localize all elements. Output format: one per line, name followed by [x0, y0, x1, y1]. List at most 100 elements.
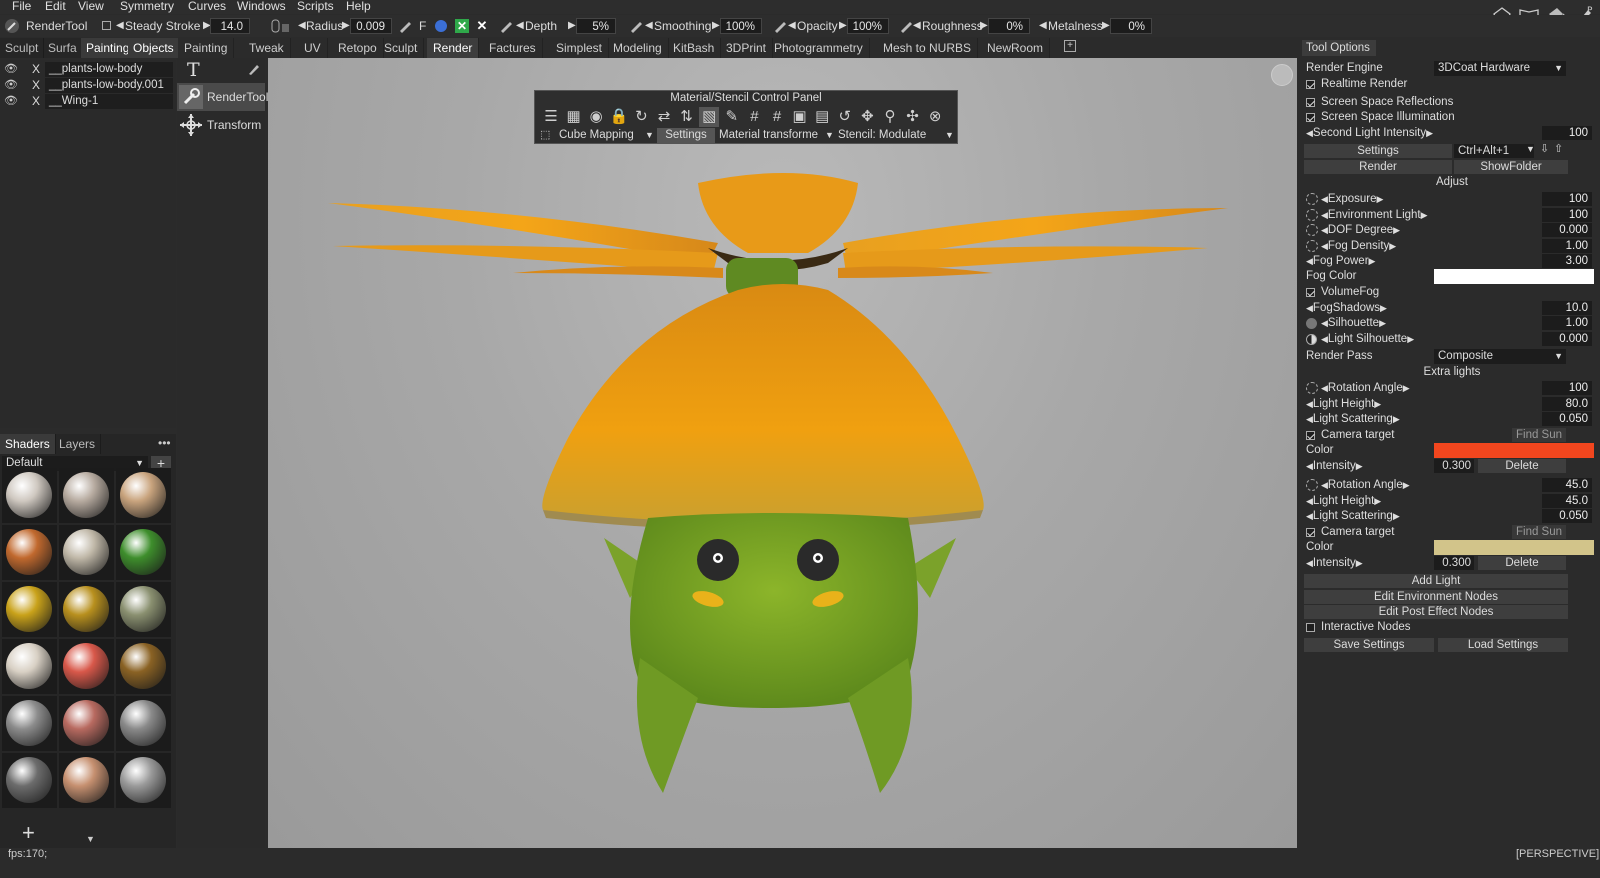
right-arrow-icon[interactable]: ▶ [1403, 480, 1410, 490]
close-circle-icon[interactable]: ⊗ [925, 107, 945, 127]
right-arrow-icon[interactable]: ▶ [1374, 399, 1381, 409]
grid-icon[interactable]: ▦ [564, 107, 584, 127]
light-color-swatch[interactable] [1434, 443, 1594, 458]
import-icon[interactable]: ⇩ [1540, 142, 1549, 155]
move-icon[interactable]: ✥ [857, 107, 877, 127]
tab-shaders[interactable]: Shaders [0, 434, 56, 454]
settings-button[interactable]: Settings [657, 128, 715, 143]
second-light-field[interactable]: 100 [1542, 126, 1592, 140]
tab-room-tweak[interactable]: Tweak [243, 38, 291, 58]
smoothing-field[interactable]: 100% [720, 18, 762, 34]
radius-left-arrow-icon[interactable]: ◀ [298, 15, 306, 37]
save-settings-button[interactable]: Save Settings [1304, 638, 1434, 652]
steady-stroke-field[interactable]: 14.0 [210, 18, 250, 34]
right-arrow-icon[interactable]: ▶ [1379, 318, 1386, 328]
right-arrow-icon[interactable]: ▶ [1389, 241, 1396, 251]
add-light-button[interactable]: Add Light [1304, 574, 1568, 588]
depth-field[interactable]: 5% [576, 18, 616, 34]
smoothing-brush-icon[interactable] [628, 18, 644, 34]
sliders-icon[interactable]: ☰ [541, 107, 561, 127]
object-name[interactable]: __plants-low-body [45, 62, 173, 77]
shader-swatch[interactable] [59, 468, 114, 523]
list-item[interactable]: 👁 X __plants-low-body.001 [0, 78, 176, 93]
tab-room-simplest[interactable]: Simplest [550, 38, 610, 58]
shader-swatch[interactable] [2, 468, 57, 523]
left-arrow-icon[interactable]: ◀ [1306, 558, 1313, 568]
right-arrow-icon[interactable]: ▶ [1421, 210, 1428, 220]
pencil-radius-icon[interactable] [397, 18, 413, 34]
load-settings-button[interactable]: Load Settings [1438, 638, 1568, 652]
steady-left-arrow-icon[interactable]: ◀ [116, 15, 124, 37]
viewport-3d[interactable] [268, 58, 1297, 848]
shader-swatch[interactable] [116, 582, 171, 637]
render-pass-dropdown[interactable]: Composite ▼ [1434, 349, 1566, 364]
right-arrow-icon[interactable]: ▶ [1403, 383, 1410, 393]
tool-rendertool[interactable]: RenderTool [177, 83, 268, 111]
radius-right-arrow-icon[interactable]: ▶ [342, 15, 350, 37]
right-arrow-icon[interactable]: ▶ [1356, 461, 1363, 471]
realtime-render-checkbox[interactable] [1306, 80, 1315, 89]
material-transform-dropdown[interactable]: Material transforme [719, 128, 818, 143]
tool-text[interactable]: T [177, 58, 265, 82]
hash-icon[interactable]: # [744, 107, 764, 127]
interactive-nodes-checkbox[interactable] [1306, 623, 1315, 632]
render-engine-dropdown[interactable]: 3DCoat Hardware ▼ [1434, 61, 1566, 76]
menu-symmetry[interactable]: Symmetry [120, 0, 174, 13]
shader-swatch[interactable] [116, 468, 171, 523]
export-icon[interactable]: ⇧ [1554, 142, 1563, 155]
right-arrow-icon[interactable]: ▶ [1426, 128, 1433, 138]
steady-stroke-checkbox[interactable] [102, 21, 111, 30]
hash-bold-icon[interactable]: # [767, 107, 787, 127]
left-arrow-icon[interactable]: ◀ [1306, 256, 1313, 266]
roughness-left-arrow-icon[interactable]: ◀ [913, 15, 921, 37]
silhouette-field[interactable]: 1.00 [1542, 316, 1592, 330]
left-arrow-icon[interactable]: ◀ [1321, 194, 1328, 204]
tab-room-newroom[interactable]: NewRoom [981, 38, 1051, 58]
left-arrow-icon[interactable]: ◀ [1306, 496, 1313, 506]
tab-room-3dprint[interactable]: 3DPrint [720, 38, 774, 58]
eye-icon[interactable]: 👁 [4, 78, 18, 91]
camera-target-checkbox[interactable] [1306, 431, 1315, 440]
camera-target-checkbox[interactable] [1306, 527, 1315, 537]
left-arrow-icon[interactable]: ◀ [1306, 414, 1313, 424]
ssr-row[interactable]: Screen Space Reflections [1306, 95, 1598, 110]
intensity-field[interactable]: 0.300 [1434, 555, 1474, 570]
right-arrow-icon[interactable]: ▶ [1369, 256, 1376, 266]
adjust-field[interactable]: 100 [1542, 207, 1592, 222]
smoothing-right-arrow-icon[interactable]: ▶ [712, 15, 720, 37]
settings-button[interactable]: Settings [1304, 144, 1452, 158]
close-icon[interactable]: X [32, 94, 40, 108]
tool-transform[interactable]: Transform [177, 111, 265, 139]
shader-swatch[interactable] [59, 525, 114, 580]
undo-icon[interactable]: ↺ [835, 107, 855, 127]
left-arrow-icon[interactable]: ◀ [1321, 318, 1328, 328]
chevron-down-icon[interactable]: ▼ [1526, 144, 1535, 154]
shader-swatch[interactable] [116, 525, 171, 580]
tab-room-mesh-to-nurbs[interactable]: Mesh to NURBS [877, 38, 979, 58]
opacity-right-arrow-icon[interactable]: ▶ [839, 15, 847, 37]
tab-room-factures[interactable]: Factures [483, 38, 543, 58]
radius-field[interactable]: 0.009 [350, 18, 392, 34]
right-arrow-icon[interactable]: ▶ [1374, 496, 1381, 506]
tab-sculpt[interactable]: Sculpt [0, 38, 45, 58]
light-param-field[interactable]: 0.050 [1542, 508, 1592, 523]
roughness-right-arrow-icon[interactable]: ▶ [980, 15, 988, 37]
close-icon[interactable]: X [32, 62, 40, 76]
menu-file[interactable]: File [12, 0, 31, 13]
more-icon[interactable]: ••• [158, 436, 171, 450]
tab-surface[interactable]: Surfa [43, 38, 83, 58]
left-arrow-icon[interactable]: ◀ [1306, 511, 1313, 521]
sphere-blue-icon[interactable] [435, 20, 447, 32]
right-arrow-icon[interactable]: ▶ [1377, 194, 1384, 204]
shader-swatch[interactable] [2, 582, 57, 637]
light-param-field[interactable]: 80.0 [1542, 397, 1592, 411]
left-arrow-icon[interactable]: ◀ [1321, 334, 1328, 344]
eye-icon[interactable]: 👁 [4, 94, 18, 107]
volumefog-checkbox[interactable] [1306, 288, 1315, 297]
close-icon[interactable]: X [32, 78, 40, 92]
opacity-brush-icon[interactable] [772, 18, 788, 34]
tab-room-modeling[interactable]: Modeling [607, 38, 669, 58]
adjust-field[interactable]: 3.00 [1542, 254, 1592, 269]
shader-swatch[interactable] [59, 696, 114, 751]
shader-swatch[interactable] [2, 753, 57, 808]
